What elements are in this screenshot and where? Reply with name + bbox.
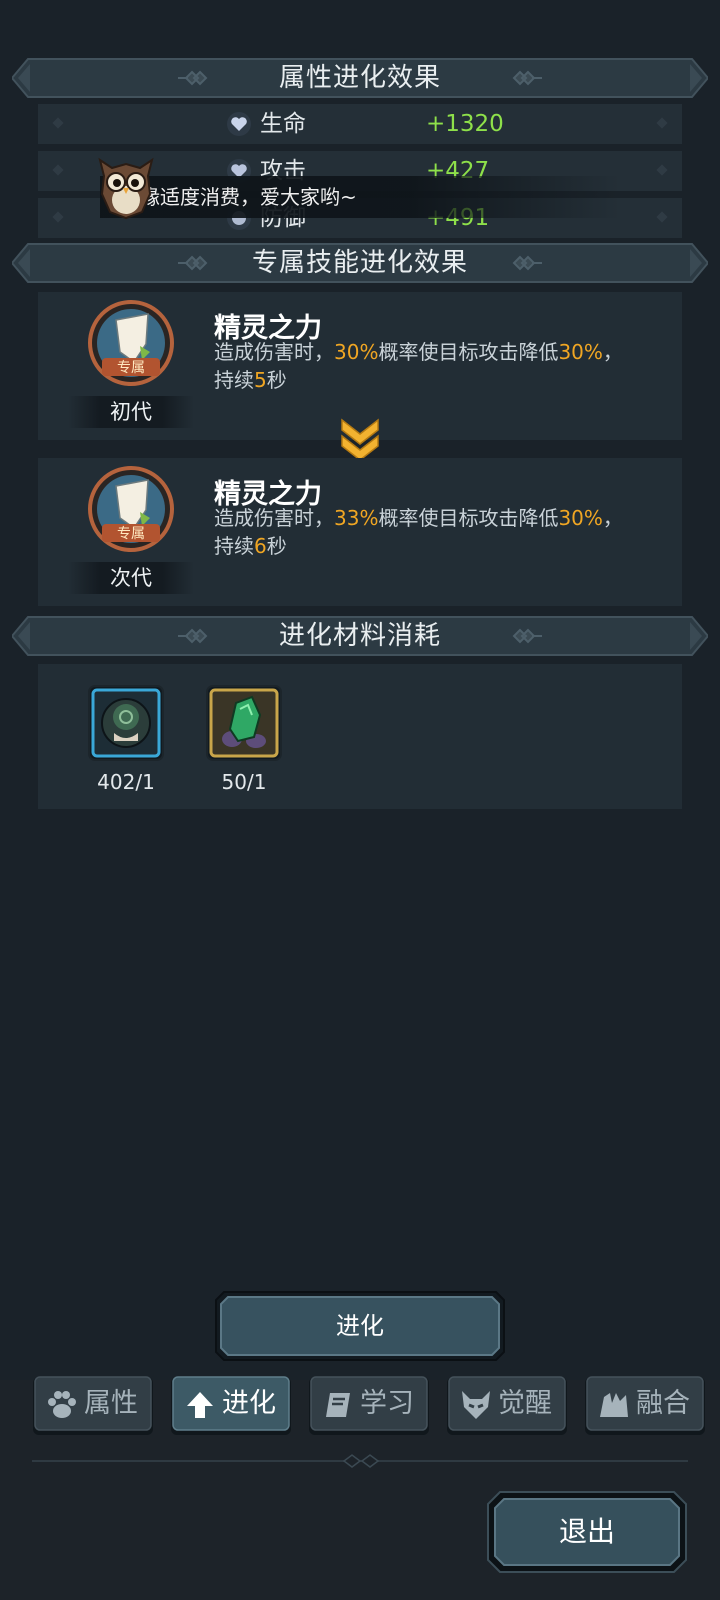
- tab-label: 学习: [360, 1388, 414, 1419]
- skill-description: 造成伤害时，30%概率使目标攻击降低30%， 持续5秒: [214, 340, 623, 392]
- tab-awaken[interactable]: 觉醒: [446, 1376, 568, 1436]
- evolve-button[interactable]: 进化: [214, 1290, 506, 1362]
- exit-button[interactable]: 退出: [486, 1490, 688, 1574]
- heart-icon: [227, 112, 251, 136]
- chance-value: 30%: [334, 340, 379, 364]
- tab-label: 融合: [636, 1388, 690, 1419]
- notice-banner: 缘适度消费，爱大家哟~: [100, 176, 620, 218]
- exclusive-badge-text: 专属: [117, 360, 145, 376]
- exit-button-label: 退出: [558, 1515, 615, 1548]
- stat-value: +1320: [426, 111, 504, 137]
- generation-label: 初代: [68, 396, 194, 428]
- reduce-value: 30%: [558, 506, 603, 530]
- material-count: 50/1: [221, 770, 267, 794]
- spirit-power-skill-icon[interactable]: 专属: [88, 466, 174, 552]
- skill-section-banner: 专属技能进化效果: [12, 242, 708, 284]
- chevron-down-icon: [341, 418, 379, 461]
- duration-value: 5: [254, 368, 267, 392]
- fusion-icon: [600, 1393, 628, 1417]
- demon-mask-icon: [462, 1391, 490, 1419]
- book-icon: [326, 1393, 350, 1417]
- chance-value: 33%: [334, 506, 379, 530]
- stat-name: 生命: [260, 111, 306, 137]
- attr-section-title: 属性进化效果: [278, 63, 441, 93]
- reduce-value: 30%: [558, 340, 603, 364]
- generation-label: 次代: [68, 562, 194, 594]
- tab-learn[interactable]: 学习: [308, 1376, 430, 1436]
- skill-section-title: 专属技能进化效果: [251, 248, 468, 278]
- skill-description: 造成伤害时，33%概率使目标攻击降低30%， 持续6秒: [214, 506, 623, 558]
- skill-card-second-gen: 专属 次代 精灵之力 造成伤害时，33%概率使目标攻击降低30%， 持续6秒: [38, 458, 682, 606]
- tab-label: 进化: [222, 1388, 276, 1419]
- exclusive-badge-text: 专属: [117, 526, 145, 542]
- tab-label: 属性: [84, 1388, 138, 1419]
- material-section-title: 进化材料消耗: [278, 621, 441, 651]
- material-section-banner: 进化材料消耗: [12, 615, 708, 657]
- up-arrow-icon: [187, 1392, 213, 1418]
- tab-evolve[interactable]: 进化: [170, 1376, 292, 1436]
- hero-fragment-icon[interactable]: [88, 685, 164, 761]
- tab-fusion[interactable]: 融合: [584, 1376, 706, 1436]
- material-count: 402/1: [97, 770, 155, 794]
- tab-label: 觉醒: [498, 1388, 552, 1419]
- green-stone-icon[interactable]: [206, 685, 282, 761]
- duration-value: 6: [254, 534, 267, 558]
- owl-mascot-icon: [98, 157, 154, 220]
- paw-icon: [48, 1391, 76, 1418]
- tab-attributes[interactable]: 属性: [32, 1376, 154, 1436]
- divider: [32, 1454, 688, 1468]
- stat-row-hp: 生命 +1320: [38, 104, 682, 144]
- spirit-power-skill-icon[interactable]: 专属: [88, 300, 174, 386]
- notice-text: 缘适度消费，爱大家哟~: [140, 185, 357, 209]
- attr-section-banner: 属性进化效果: [12, 57, 708, 99]
- evolve-button-label: 进化: [336, 1312, 384, 1340]
